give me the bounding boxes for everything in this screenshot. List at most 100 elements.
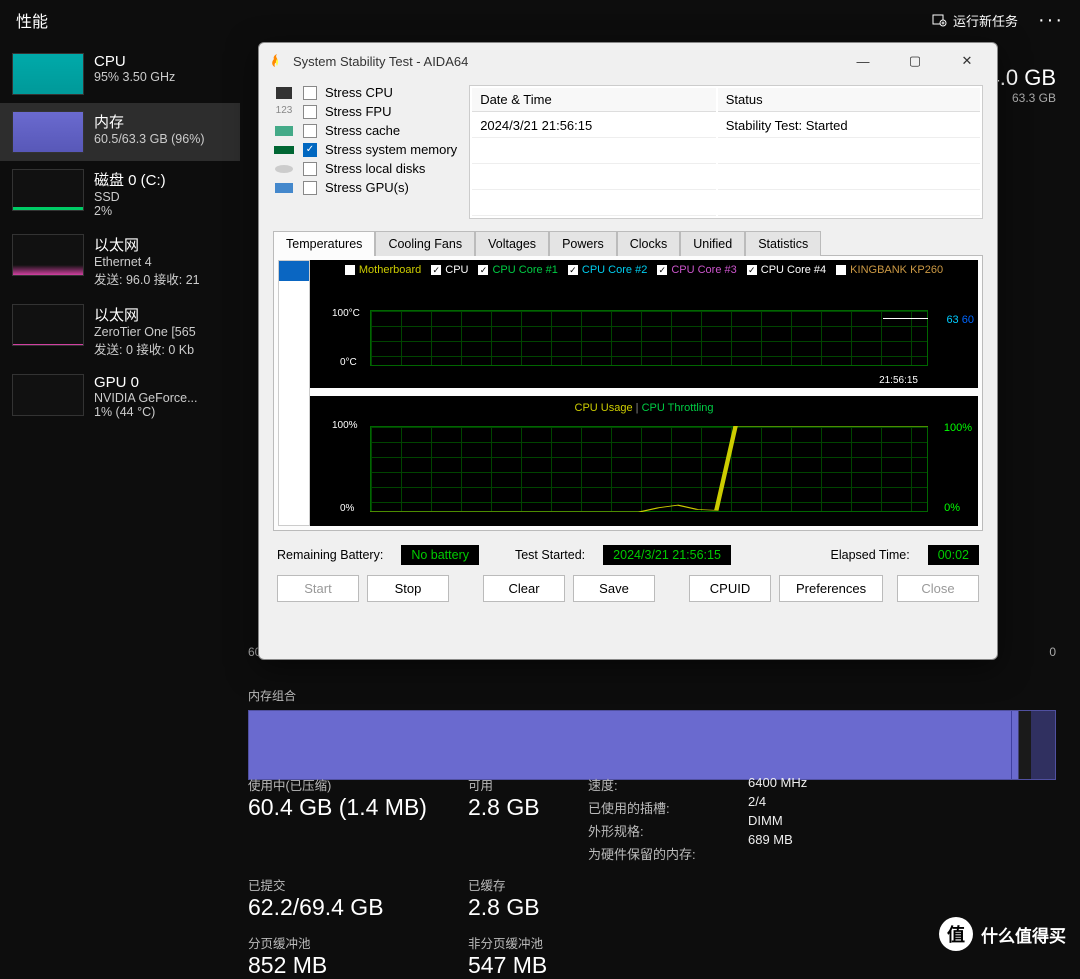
sidebar-item-sub: 95% 3.50 GHz <box>94 70 175 84</box>
legend-item[interactable]: CPU Core #4 <box>747 264 826 276</box>
stress-gpu-label: Stress GPU(s) <box>325 180 409 195</box>
tempval1: 63 <box>946 314 958 326</box>
sidebar-item-cpu[interactable]: CPU 95% 3.50 GHz <box>0 45 240 103</box>
stress-cpu-label: Stress CPU <box>325 85 393 100</box>
stress-cpu-checkbox[interactable] <box>303 86 317 100</box>
stat-avail-value: 2.8 GB <box>468 794 588 821</box>
run-new-task-label: 运行新任务 <box>953 11 1018 30</box>
mem-thumb <box>12 111 84 153</box>
sidebar-item-sub2: 发送: 0 接收: 0 Kb <box>94 339 196 358</box>
legend-checkbox[interactable] <box>568 265 578 275</box>
stat-committed-value: 62.2/69.4 GB <box>248 894 468 921</box>
sidebar-item-sub: Ethernet 4 <box>94 255 200 269</box>
start-button[interactable]: Start <box>277 575 359 602</box>
sidebar-item-sub: 60.5/63.3 GB (96%) <box>94 132 204 146</box>
elapsed-time-label: Elapsed Time: <box>831 548 910 562</box>
td-datetime: 2024/3/21 21:56:15 <box>472 114 716 138</box>
stress-memory-checkbox[interactable] <box>303 143 317 157</box>
stat-paged-value: 852 MB <box>248 952 468 979</box>
cache-icon <box>273 124 295 138</box>
stat-paged-label: 分页缓冲池 <box>248 933 468 952</box>
memory-icon <box>273 143 295 157</box>
clear-button[interactable]: Clear <box>483 575 565 602</box>
stress-disks-checkbox[interactable] <box>303 162 317 176</box>
legend-text: CPU Core #3 <box>671 264 736 276</box>
legend-checkbox[interactable] <box>431 265 441 275</box>
th-status[interactable]: Status <box>718 88 980 112</box>
flame-icon <box>269 53 285 69</box>
sidebar-item-gpu[interactable]: GPU 0 NVIDIA GeForce... 1% (44 °C) <box>0 366 240 427</box>
legend-checkbox[interactable] <box>657 265 667 275</box>
sidebar-item-disk[interactable]: 磁盘 0 (C:) SSD 2% <box>0 161 240 226</box>
stat-nonpaged-label: 非分页缓冲池 <box>468 933 588 952</box>
sidebar-item-mem[interactable]: 内存 60.5/63.3 GB (96%) <box>0 103 240 161</box>
stat-used-label: 使用中(已压缩) <box>248 775 468 794</box>
more-icon[interactable]: ··· <box>1038 9 1064 32</box>
stat-committed-label: 已提交 <box>248 875 468 894</box>
stat-nonpaged-value: 547 MB <box>468 952 588 979</box>
stress-cache-label: Stress cache <box>325 123 400 138</box>
stress-fpu-label: Stress FPU <box>325 104 391 119</box>
kv-label: 已使用的插槽: <box>588 798 748 817</box>
sidebar-item-sub: NVIDIA GeForce... <box>94 391 198 405</box>
tab-cooling-fans[interactable]: Cooling Fans <box>375 231 475 256</box>
r100: 100% <box>944 422 972 434</box>
close-button[interactable]: Close <box>897 575 979 602</box>
stop-button[interactable]: Stop <box>367 575 449 602</box>
stat-cached-value: 2.8 GB <box>468 894 588 921</box>
stress-cache-checkbox[interactable] <box>303 124 317 138</box>
stress-gpu-checkbox[interactable] <box>303 181 317 195</box>
tab-statistics[interactable]: Statistics <box>745 231 821 256</box>
monitor-selector[interactable] <box>278 260 310 526</box>
stat-used-value: 60.4 GB (1.4 MB) <box>248 794 468 821</box>
sidebar-item-eth2[interactable]: 以太网 ZeroTier One [565 发送: 0 接收: 0 Kb <box>0 296 240 366</box>
remaining-battery-label: Remaining Battery: <box>277 548 383 562</box>
tab-clocks[interactable]: Clocks <box>617 231 681 256</box>
stress-disks-label: Stress local disks <box>325 161 425 176</box>
tab-powers[interactable]: Powers <box>549 231 617 256</box>
save-button[interactable]: Save <box>573 575 655 602</box>
preferences-button[interactable]: Preferences <box>779 575 883 602</box>
remaining-battery-value: No battery <box>401 545 479 565</box>
minimize-icon[interactable]: ― <box>843 49 883 73</box>
status-table: Date & TimeStatus 2024/3/21 21:56:15Stab… <box>469 85 983 219</box>
legend-item[interactable]: CPU Core #2 <box>568 264 647 276</box>
legend-checkbox[interactable] <box>345 265 355 275</box>
fpu-icon: 123 <box>273 105 295 119</box>
stress-memory-label: Stress system memory <box>325 142 457 157</box>
eth2-thumb <box>12 304 84 346</box>
disk-thumb <box>12 169 84 211</box>
legend-checkbox[interactable] <box>478 265 488 275</box>
legend-text: CPU Core #1 <box>492 264 557 276</box>
cpuid-button[interactable]: CPUID <box>689 575 771 602</box>
legend-item[interactable]: CPU Core #3 <box>657 264 736 276</box>
sidebar-item-title: GPU 0 <box>94 374 198 391</box>
th-datetime[interactable]: Date & Time <box>472 88 716 112</box>
legend-item[interactable]: CPU Core #1 <box>478 264 557 276</box>
legend-text: CPU <box>445 264 468 276</box>
tab-temperatures[interactable]: Temperatures <box>273 231 375 256</box>
tempval2: 60 <box>962 314 974 326</box>
stress-fpu-checkbox[interactable] <box>303 105 317 119</box>
tab-voltages[interactable]: Voltages <box>475 231 549 256</box>
legend-item[interactable]: KINGBANK KP260 <box>836 264 943 276</box>
sidebar-item-sub2: 1% (44 °C) <box>94 405 198 419</box>
legend-checkbox[interactable] <box>836 265 846 275</box>
eth1-thumb <box>12 234 84 276</box>
stat-avail-label: 可用 <box>468 775 588 794</box>
gpu-thumb <box>12 374 84 416</box>
aida-window: System Stability Test - AIDA64 ― ▢ ✕ Str… <box>258 42 998 660</box>
legend-checkbox[interactable] <box>747 265 757 275</box>
mem-composition-label: 内存组合 <box>248 687 1056 704</box>
legend-item[interactable]: CPU <box>431 264 468 276</box>
legend-item[interactable]: Motherboard <box>345 264 421 276</box>
kv-value: 2/4 <box>748 794 928 809</box>
close-icon[interactable]: ✕ <box>947 49 987 73</box>
tab-unified[interactable]: Unified <box>680 231 745 256</box>
sidebar-item-eth1[interactable]: 以太网 Ethernet 4 发送: 96.0 接收: 21 <box>0 226 240 296</box>
run-new-task-button[interactable]: 运行新任务 <box>931 11 1018 30</box>
sidebar-item-sub2: 2% <box>94 204 166 218</box>
usage-chart: CPU Usage | CPU Throttling 100% 0% 100% … <box>310 396 978 526</box>
elapsed-time-value: 00:02 <box>928 545 979 565</box>
maximize-icon[interactable]: ▢ <box>895 49 935 73</box>
